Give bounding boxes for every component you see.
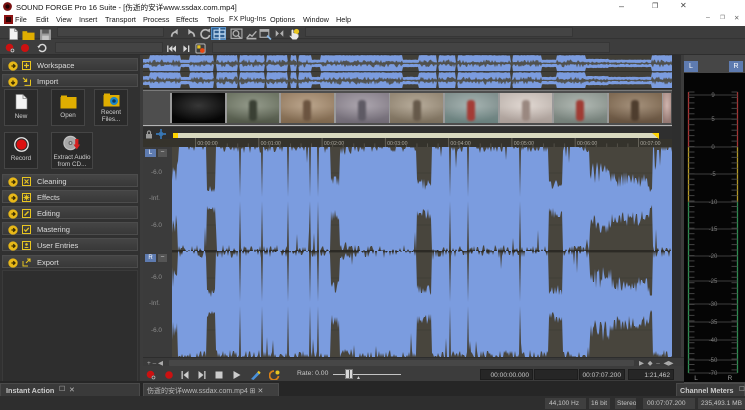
svg-text:-10: -10 <box>709 200 718 206</box>
svg-text:00:02:00: 00:02:00 <box>324 141 344 147</box>
svg-text:-30: -30 <box>709 302 718 308</box>
svg-text:00:06:00: 00:06:00 <box>577 141 597 147</box>
svg-text:0: 0 <box>711 145 715 151</box>
svg-text:-40: -40 <box>709 338 718 344</box>
svg-text:00:07:00: 00:07:00 <box>640 141 660 147</box>
svg-text:L: L <box>694 375 698 382</box>
svg-text:5: 5 <box>711 117 715 123</box>
svg-text:-20: -20 <box>709 254 718 260</box>
svg-text:00:01:00: 00:01:00 <box>261 141 281 147</box>
svg-text:00:04:00: 00:04:00 <box>450 141 470 147</box>
svg-text:-15: -15 <box>709 227 718 233</box>
svg-text:9: 9 <box>711 93 715 99</box>
svg-text:R: R <box>728 375 733 382</box>
svg-text:-70: -70 <box>709 371 718 377</box>
svg-text:-50: -50 <box>709 358 718 364</box>
svg-text:00:05:00: 00:05:00 <box>514 141 534 147</box>
svg-text:-5: -5 <box>710 172 716 178</box>
svg-text:-35: -35 <box>709 320 718 326</box>
svg-text:00:00:00: 00:00:00 <box>197 141 217 147</box>
svg-text:00:03:00: 00:03:00 <box>387 141 407 147</box>
svg-text:-25: -25 <box>709 279 718 285</box>
